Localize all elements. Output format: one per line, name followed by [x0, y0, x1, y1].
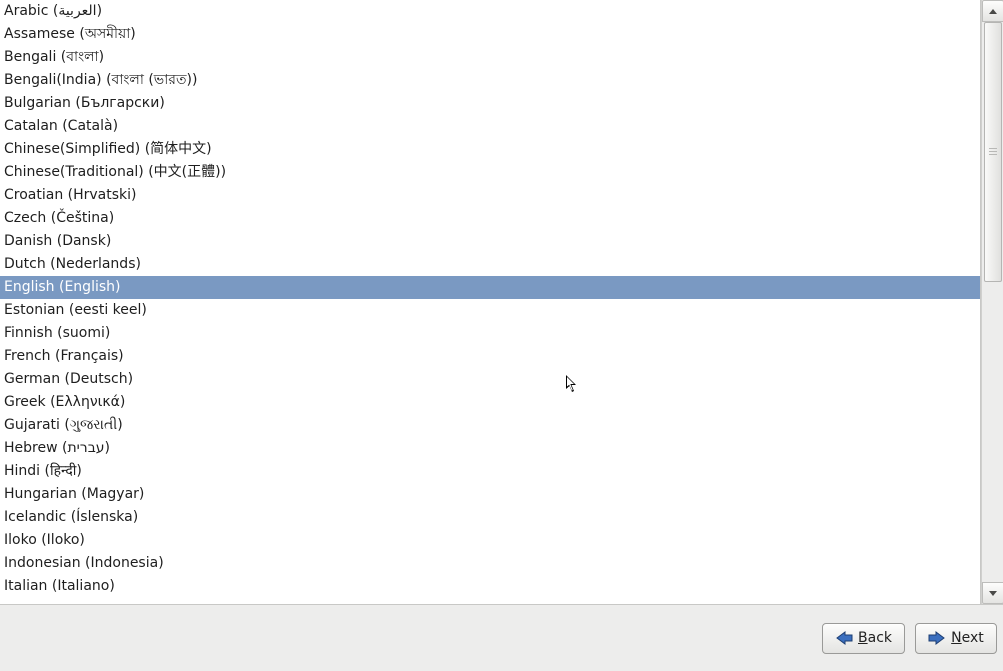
language-option[interactable]: Hindi (हिन्दी) — [0, 460, 980, 483]
next-button[interactable]: Next — [915, 623, 997, 654]
language-option[interactable]: German (Deutsch) — [0, 368, 980, 391]
language-option[interactable]: Chinese(Simplified) (简体中文) — [0, 138, 980, 161]
language-option[interactable]: Bengali(India) (বাংলা (ভারত)) — [0, 69, 980, 92]
language-option[interactable]: Chinese(Traditional) (中文(正體)) — [0, 161, 980, 184]
language-option[interactable]: English (English) — [0, 276, 980, 299]
arrow-up-icon — [989, 9, 997, 14]
language-option[interactable]: Hungarian (Magyar) — [0, 483, 980, 506]
back-label: Back — [858, 630, 892, 646]
language-option[interactable]: Estonian (eesti keel) — [0, 299, 980, 322]
language-option[interactable]: Arabic (العربية) — [0, 0, 980, 23]
language-list[interactable]: Arabic (العربية)Assamese (অসমীয়া)Bengal… — [0, 0, 981, 604]
language-option[interactable]: Croatian (Hrvatski) — [0, 184, 980, 207]
arrow-right-icon — [928, 631, 946, 645]
language-option[interactable]: Bulgarian (Български) — [0, 92, 980, 115]
language-option[interactable]: Danish (Dansk) — [0, 230, 980, 253]
scroll-thumb[interactable] — [984, 22, 1002, 282]
scroll-track[interactable] — [982, 22, 1003, 582]
scroll-up-button[interactable] — [982, 0, 1003, 22]
arrow-down-icon — [989, 591, 997, 596]
arrow-left-icon — [835, 631, 853, 645]
language-option[interactable]: Iloko (Iloko) — [0, 529, 980, 552]
language-list-panel: Arabic (العربية)Assamese (অসমীয়া)Bengal… — [0, 0, 1003, 605]
language-option[interactable]: Indonesian (Indonesia) — [0, 552, 980, 575]
language-option[interactable]: French (Français) — [0, 345, 980, 368]
language-option[interactable]: Hebrew (עברית) — [0, 437, 980, 460]
language-option[interactable]: Finnish (suomi) — [0, 322, 980, 345]
language-option[interactable]: Czech (Čeština) — [0, 207, 980, 230]
language-option[interactable]: Icelandic (Íslenska) — [0, 506, 980, 529]
language-option[interactable]: Gujarati (ગુજરાતી) — [0, 414, 980, 437]
vertical-scrollbar[interactable] — [981, 0, 1003, 604]
next-label: Next — [951, 630, 984, 646]
language-option[interactable]: Dutch (Nederlands) — [0, 253, 980, 276]
language-option[interactable]: Greek (Ελληνικά) — [0, 391, 980, 414]
scroll-down-button[interactable] — [982, 582, 1003, 604]
button-bar: Back Next — [0, 605, 1003, 671]
language-option[interactable]: Catalan (Català) — [0, 115, 980, 138]
language-option[interactable]: Assamese (অসমীয়া) — [0, 23, 980, 46]
back-button[interactable]: Back — [822, 623, 905, 654]
language-option[interactable]: Bengali (বাংলা) — [0, 46, 980, 69]
language-option[interactable]: Italian (Italiano) — [0, 575, 980, 598]
